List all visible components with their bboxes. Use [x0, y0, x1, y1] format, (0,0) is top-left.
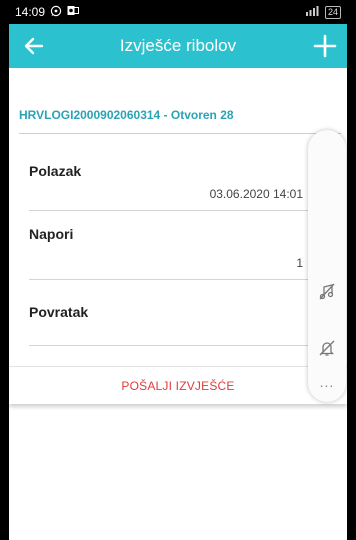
- whatsapp-icon: [50, 5, 62, 20]
- plus-icon[interactable]: [311, 32, 339, 60]
- battery-indicator: 24: [324, 5, 341, 19]
- section-label-return[interactable]: Povratak: [29, 304, 88, 320]
- status-bar: 14:09 24: [9, 0, 347, 24]
- app-bar: Izvješće ribolov: [9, 24, 347, 68]
- floating-side-panel: ...: [308, 130, 346, 402]
- efforts-value: 1: [296, 256, 303, 270]
- section-label-efforts[interactable]: Napori: [29, 226, 73, 242]
- status-time: 14:09: [15, 5, 46, 19]
- signal-icon: [305, 5, 321, 19]
- status-right: 24: [305, 5, 341, 19]
- more-options-icon[interactable]: ...: [308, 374, 346, 390]
- outlook-icon: [67, 5, 80, 19]
- status-left: 14:09: [15, 5, 80, 20]
- efforts-underline: [29, 279, 331, 280]
- back-arrow-icon[interactable]: [21, 33, 47, 59]
- page-title: Izvješće ribolov: [119, 36, 237, 55]
- departure-value: 03.06.2020 14:01: [209, 187, 303, 201]
- send-report-bar: POŠALJI IZVJEŠĆE: [9, 366, 347, 404]
- departure-underline: [29, 210, 331, 211]
- music-off-icon[interactable]: [317, 282, 337, 302]
- report-id-status: HRVLOGI2000902060314 - Otvoren 28: [19, 108, 234, 122]
- send-report-button[interactable]: POŠALJI IZVJEŠĆE: [121, 379, 234, 393]
- divider: [19, 133, 341, 134]
- screen: 14:09 24 Izvješće ribolov HRVLOGI2000902…: [9, 0, 347, 540]
- notification-off-icon[interactable]: [317, 338, 337, 358]
- return-underline: [29, 345, 331, 346]
- section-label-departure[interactable]: Polazak: [29, 163, 81, 179]
